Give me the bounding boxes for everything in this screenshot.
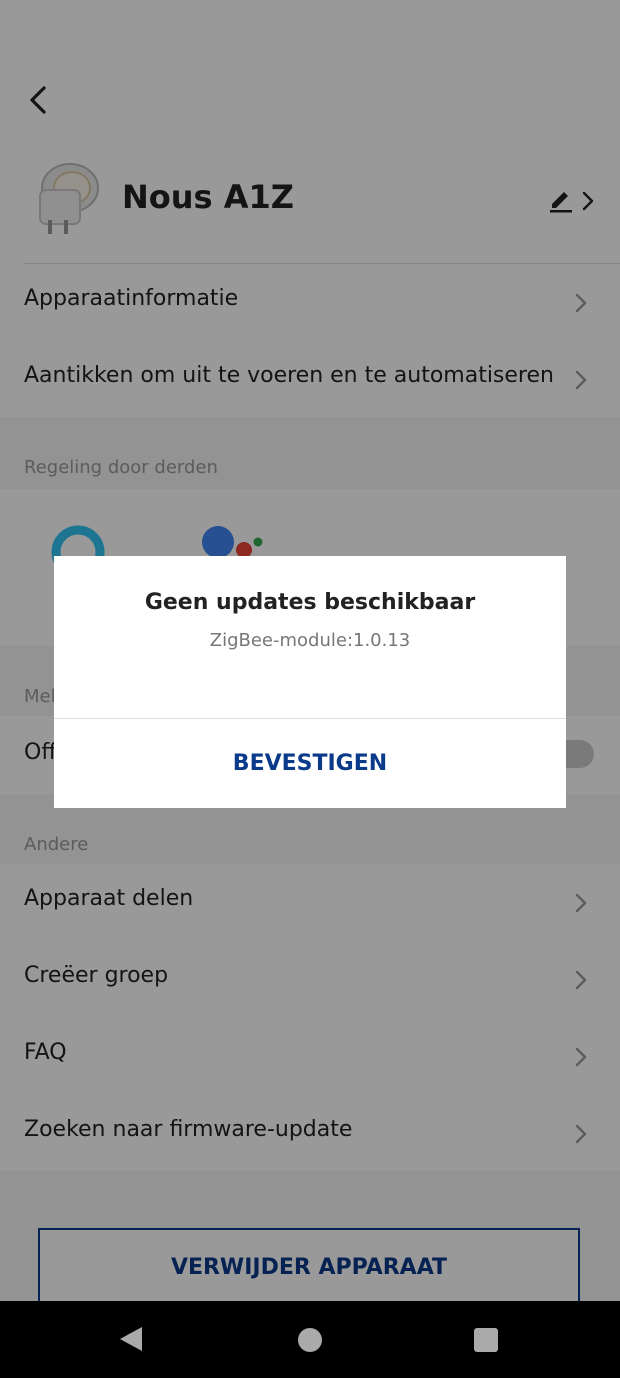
nav-home-icon[interactable] — [298, 1328, 322, 1352]
update-dialog: Geen updates beschikbaar ZigBee-module:1… — [54, 556, 566, 808]
dialog-firmware-version: ZigBee-module:1.0.13 — [209, 630, 411, 651]
nav-recents-icon[interactable] — [474, 1328, 498, 1352]
dialog-title: Geen updates beschikbaar — [144, 590, 476, 615]
confirm-button[interactable]: BEVESTIGEN — [54, 719, 566, 808]
nav-back-icon[interactable] — [118, 1326, 144, 1352]
